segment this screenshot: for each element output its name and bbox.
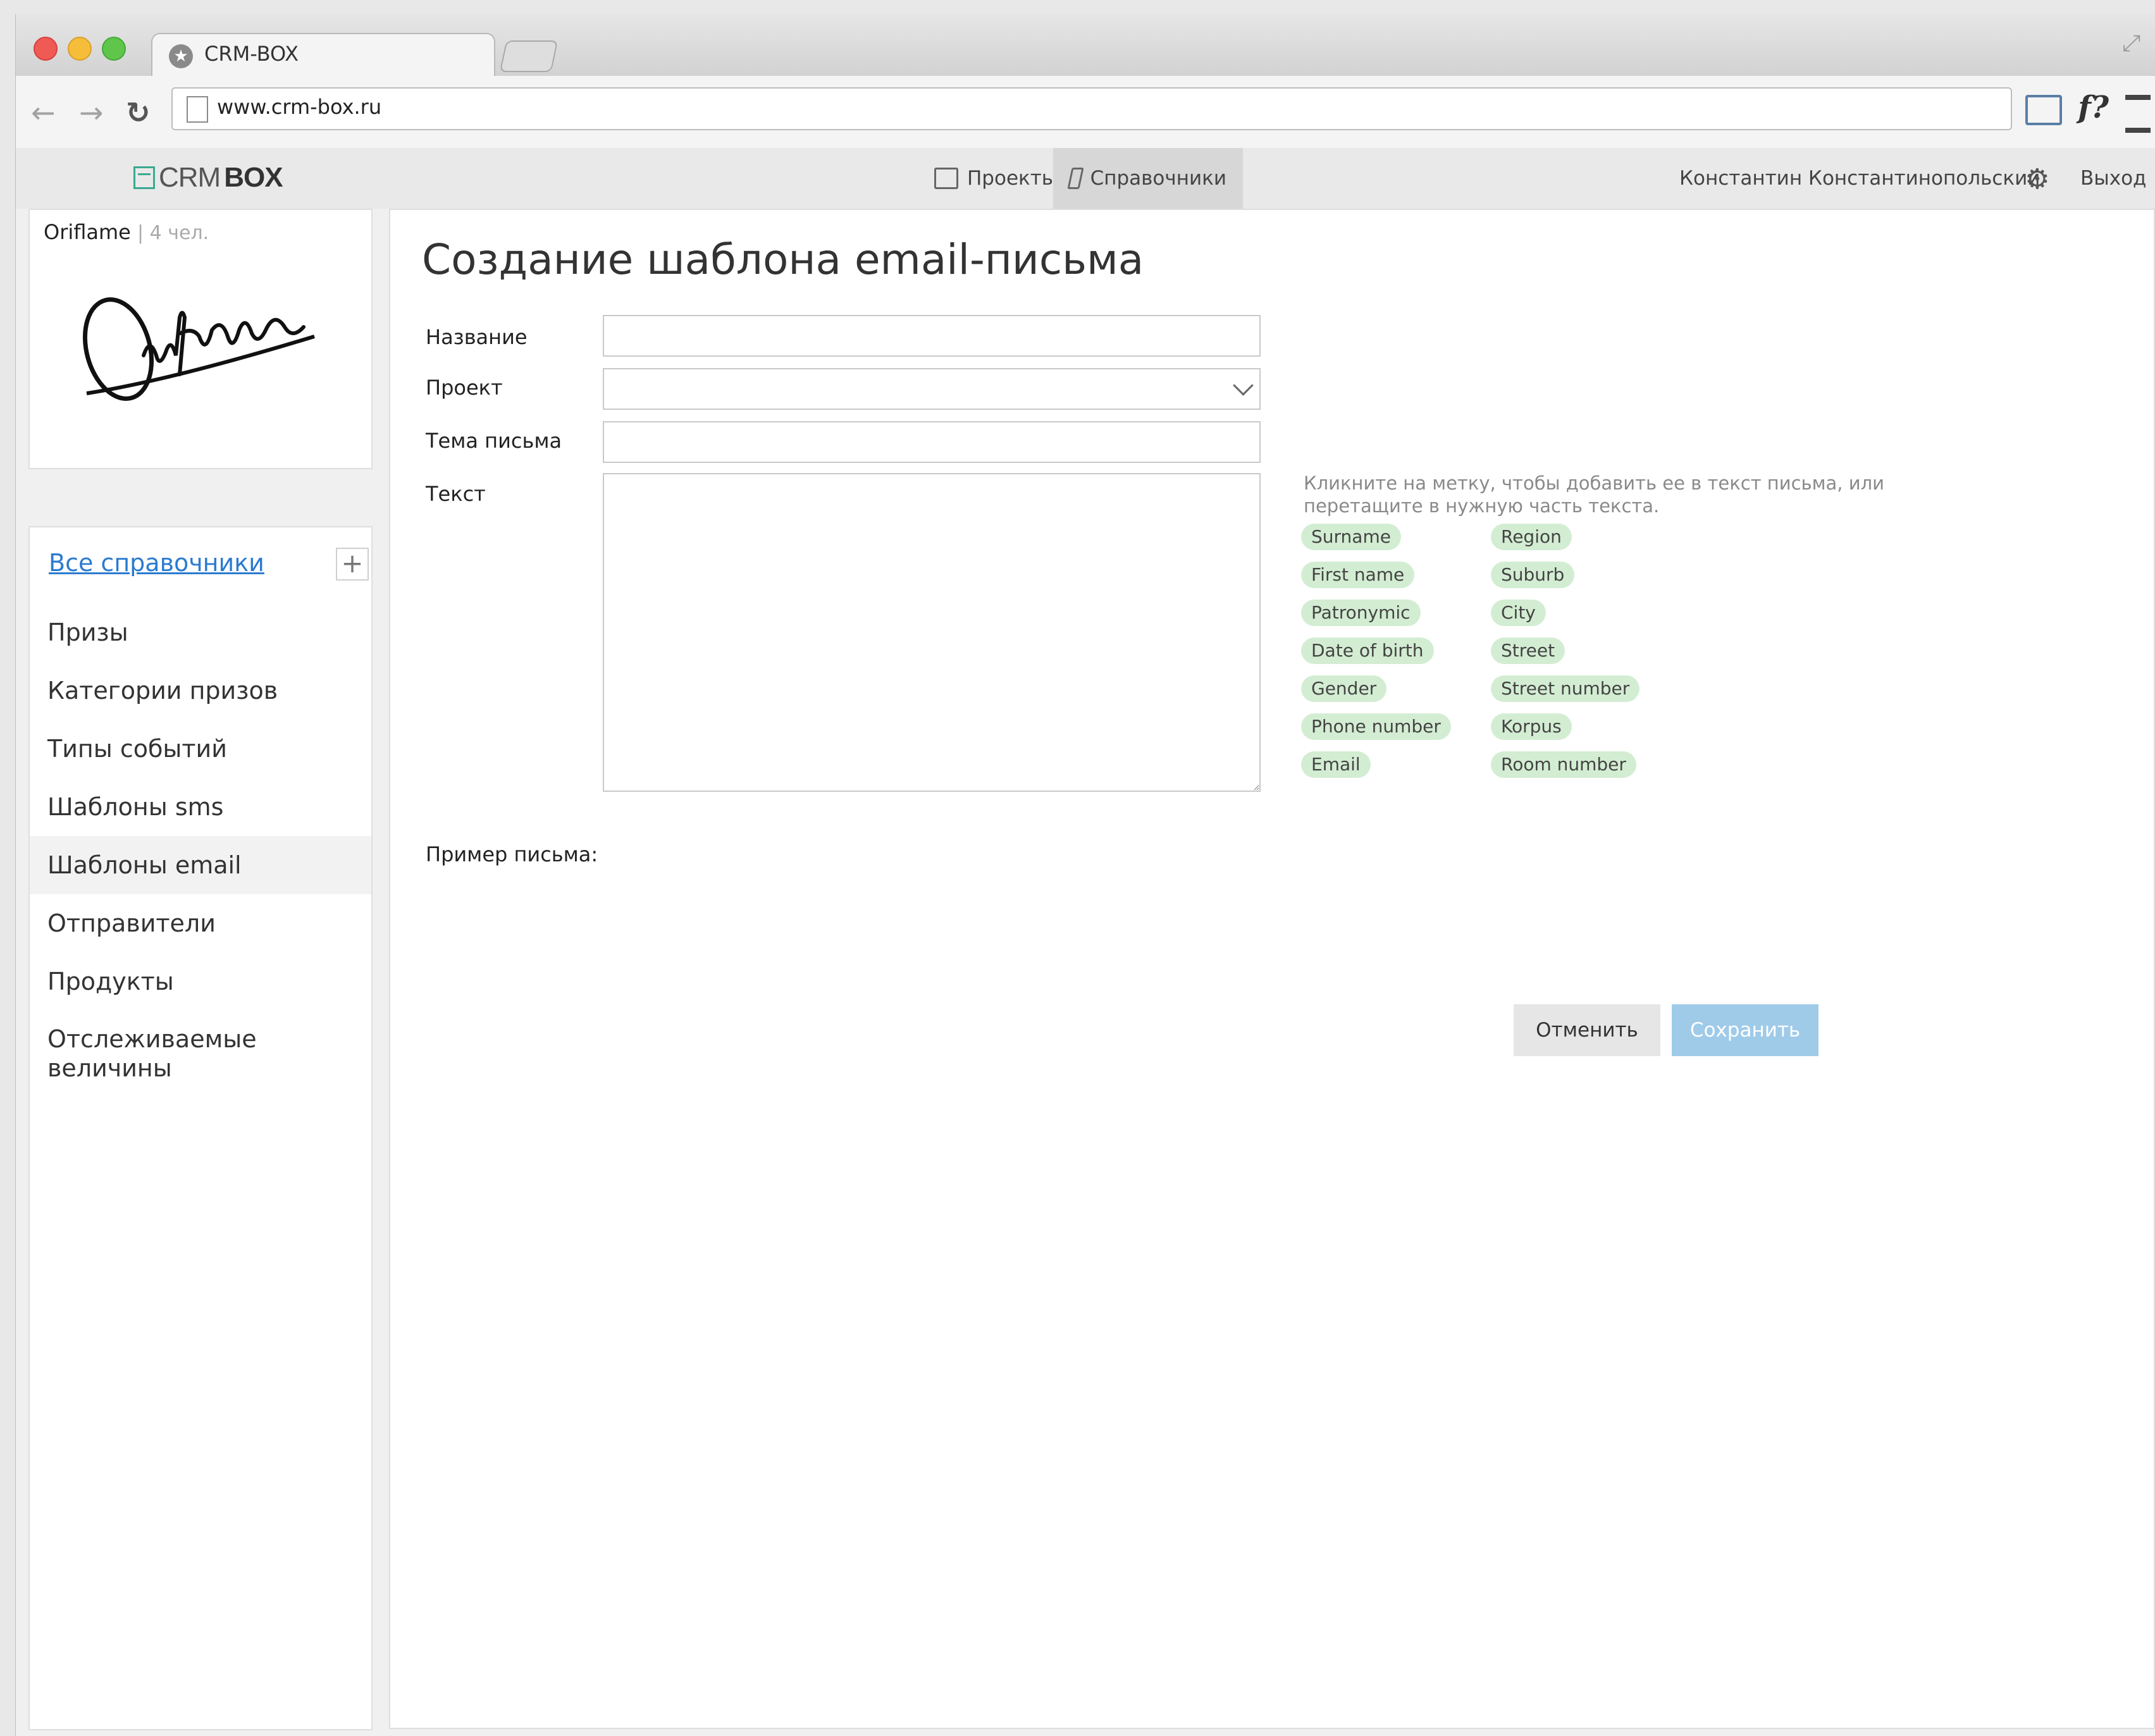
main-panel: Создание шаблона email-письма Название П… — [390, 210, 2154, 1728]
tag-region[interactable]: Region — [1491, 524, 1572, 550]
new-tab-button[interactable] — [499, 40, 559, 72]
tags-hint: Кликните на метку, чтобы добавить ее в т… — [1304, 472, 1884, 517]
member-count: | 4 чел. — [137, 222, 209, 244]
close-window-button[interactable] — [34, 37, 58, 61]
name-label: Название — [426, 325, 528, 349]
tag-gender[interactable]: Gender — [1301, 675, 1387, 702]
sidebar-item-senders[interactable]: Отправители — [30, 894, 371, 952]
minimize-window-button[interactable] — [68, 37, 92, 61]
project-label: Проект — [426, 376, 503, 400]
archive-box-icon — [934, 168, 958, 189]
tag-street[interactable]: Street — [1491, 637, 1565, 664]
fullscreen-icon[interactable]: ⤢ — [2122, 30, 2140, 57]
page-title: Создание шаблона email-письма — [422, 235, 1144, 284]
oriflame-logo — [82, 297, 315, 401]
tag-first-name[interactable]: First name — [1301, 562, 1415, 588]
gear-icon[interactable]: ⚙ — [2025, 163, 2049, 195]
tag-suburb[interactable]: Suburb — [1491, 562, 1575, 588]
back-arrow-icon[interactable]: ← — [31, 98, 56, 127]
chevron-down-icon — [1233, 375, 1254, 396]
screenshot-extension-icon[interactable] — [2025, 95, 2062, 125]
logout-link[interactable]: Выход — [2080, 167, 2147, 190]
reload-icon[interactable]: ↻ — [126, 98, 151, 127]
subject-input[interactable] — [603, 421, 1261, 463]
references-list: Призы Категории призов Типы событий Шабл… — [30, 603, 371, 1099]
browser-window: ★ CRM-BOX ⤢ ← → ↻ www.crm-box.ru f? CRM … — [15, 14, 2155, 1736]
sidebar-item-prizes[interactable]: Призы — [30, 603, 371, 662]
text-label: Текст — [426, 482, 486, 506]
browser-toolbar: ← → ↻ www.crm-box.ru f? — [16, 76, 2155, 149]
name-input[interactable] — [603, 315, 1261, 357]
tag-city[interactable]: City — [1491, 600, 1546, 626]
tag-phone-number[interactable]: Phone number — [1301, 713, 1451, 740]
save-button[interactable]: Сохранить — [1672, 1004, 1818, 1056]
forward-arrow-icon[interactable]: → — [79, 98, 104, 127]
book-icon — [1067, 168, 1084, 189]
sidebar-item-products[interactable]: Продукты — [30, 952, 371, 1011]
merge-tags: Surname Region First name Suburb Patrony… — [1301, 524, 1681, 778]
nav-projects[interactable]: Проекты — [918, 148, 1073, 209]
logo-text-crm: CRM — [159, 162, 221, 193]
body-textarea[interactable] — [603, 473, 1261, 792]
add-reference-button[interactable]: + — [336, 548, 369, 581]
nav-references-label: Справочники — [1090, 167, 1226, 190]
address-bar[interactable]: www.crm-box.ru — [171, 87, 2012, 130]
logo-box-icon — [133, 166, 155, 189]
user-name[interactable]: Константин Константинопольский — [1679, 167, 2040, 190]
logo-text-box: BOX — [224, 162, 283, 193]
sidebar-item-email-templates[interactable]: Шаблоны email — [30, 836, 371, 894]
browser-tab[interactable]: ★ CRM-BOX — [151, 33, 495, 77]
tag-korpus[interactable]: Korpus — [1491, 713, 1572, 740]
app-area: CRM BOX Проекты Справочники Константин К… — [16, 148, 2155, 1736]
nav-references[interactable]: Справочники — [1053, 148, 1243, 209]
menu-icon[interactable] — [2125, 95, 2151, 133]
url-text: www.crm-box.ru — [217, 95, 382, 119]
crmbox-logo[interactable]: CRM BOX — [133, 162, 283, 194]
cancel-button[interactable]: Отменить — [1514, 1004, 1660, 1056]
organization-header: Oriflame | 4 чел. — [44, 220, 209, 244]
organization-name[interactable]: Oriflame — [44, 220, 131, 244]
browser-tab-title: CRM-BOX — [204, 42, 299, 66]
all-references-link[interactable]: Все справочники — [49, 549, 264, 577]
page-icon — [187, 96, 208, 123]
tag-surname[interactable]: Surname — [1301, 524, 1401, 550]
tag-street-number[interactable]: Street number — [1491, 675, 1640, 702]
tag-date-of-birth[interactable]: Date of birth — [1301, 637, 1434, 664]
sidebar-item-tracked-values[interactable]: Отслеживаемые величины — [30, 1011, 371, 1099]
nav-projects-label: Проекты — [967, 167, 1058, 190]
top-navigation: CRM BOX Проекты Справочники Константин К… — [16, 148, 2155, 209]
subject-label: Тема письма — [426, 429, 562, 453]
references-sidebar: Все справочники + Призы Категории призов… — [30, 527, 371, 1729]
favicon-icon: ★ — [169, 44, 193, 68]
font-extension-icon[interactable]: f? — [2078, 90, 2109, 125]
sidebar-item-prize-categories[interactable]: Категории призов — [30, 662, 371, 720]
sidebar-item-sms-templates[interactable]: Шаблоны sms — [30, 778, 371, 836]
tag-email[interactable]: Email — [1301, 751, 1371, 778]
sidebar-item-event-types[interactable]: Типы событий — [30, 720, 371, 778]
tag-room-number[interactable]: Room number — [1491, 751, 1636, 778]
zoom-window-button[interactable] — [102, 37, 126, 61]
browser-tabbar: ★ CRM-BOX ⤢ — [16, 14, 2155, 77]
project-select[interactable] — [603, 368, 1261, 410]
tag-patronymic[interactable]: Patronymic — [1301, 600, 1421, 626]
example-label: Пример письма: — [426, 842, 598, 866]
organization-card: Oriflame | 4 чел. — [30, 210, 371, 468]
